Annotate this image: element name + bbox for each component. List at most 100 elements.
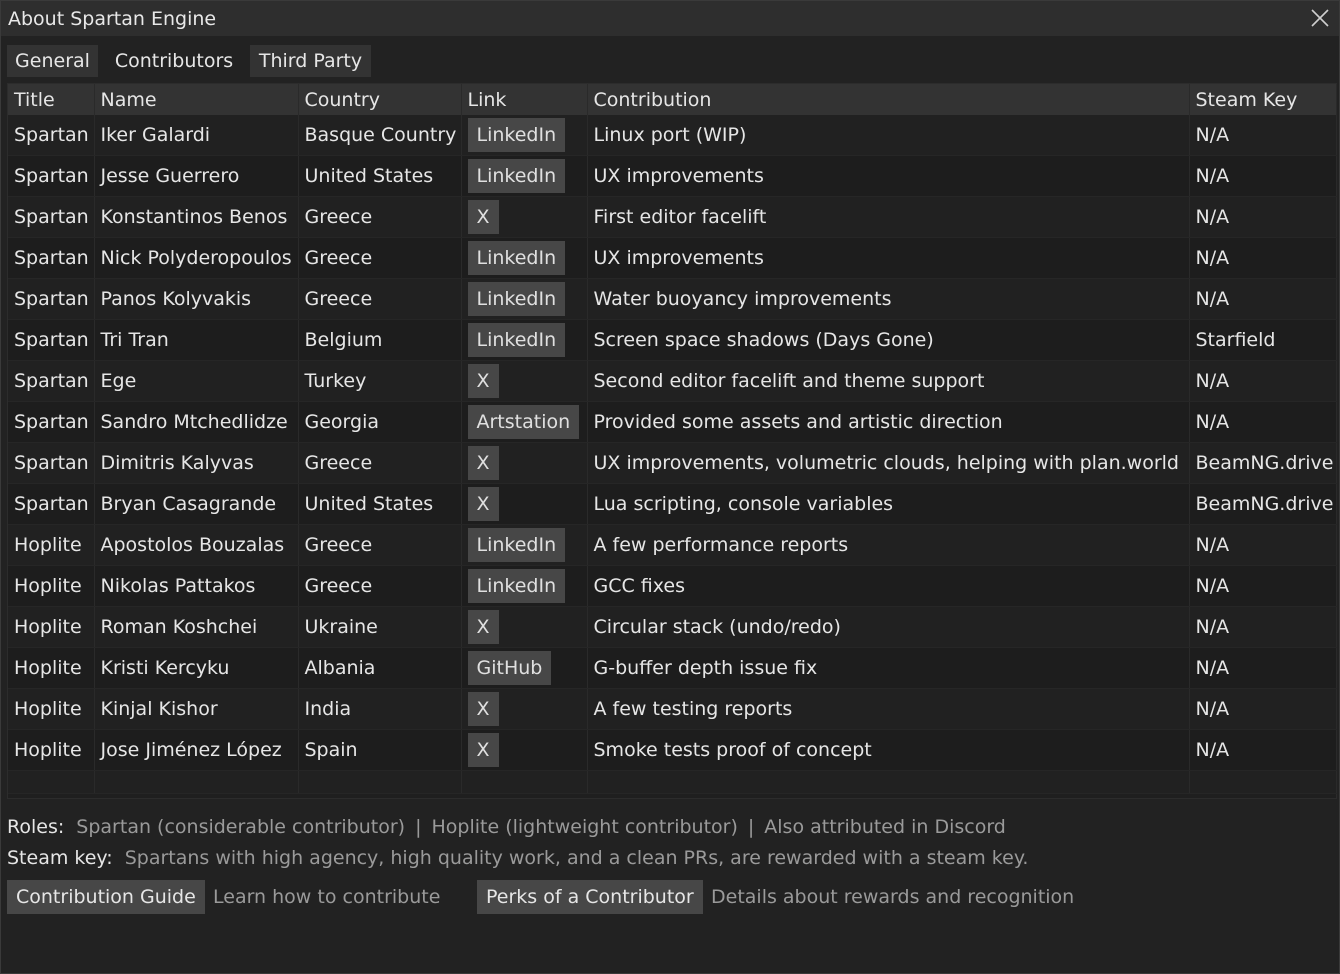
empty-cell <box>461 770 588 794</box>
column-header-steam-key[interactable]: Steam Key <box>1189 84 1337 115</box>
table-row[interactable]: Spartan Dimitris Kalyvas Greece X UX improve… <box>8 442 1337 484</box>
perks-button[interactable]: Perks of a Contributor <box>477 880 703 914</box>
tab-third-party[interactable]: Third Party <box>250 45 371 77</box>
profile-link-button[interactable]: X <box>467 610 499 644</box>
tab-contributors[interactable]: Contributors <box>104 45 244 77</box>
row-contribution-cell: Screen space shadows (Days Gone) <box>587 319 1190 361</box>
profile-link-button[interactable]: LinkedIn <box>467 528 566 562</box>
empty-cell <box>1189 770 1337 794</box>
profile-link-button[interactable]: LinkedIn <box>467 569 566 603</box>
row-country-cell: Belgium <box>298 319 462 361</box>
row-title-cell: Hoplite <box>8 688 95 730</box>
table-row[interactable]: Hoplite Nikolas Pattakos Greece LinkedIn GCC… <box>8 565 1337 607</box>
table-row[interactable]: Spartan Panos Kolyvakis Greece LinkedIn Wate… <box>8 278 1337 320</box>
row-steam-key-cell: N/A <box>1189 278 1337 320</box>
column-header-title[interactable]: Title <box>8 84 95 115</box>
column-header-country[interactable]: Country <box>298 84 462 115</box>
row-contribution-cell: UX improvements <box>587 155 1190 197</box>
row-title-cell: Spartan <box>8 155 95 197</box>
contributors-table: Title Name Country Link Contribution Ste… <box>7 83 1337 799</box>
profile-link-button[interactable]: LinkedIn <box>467 159 566 193</box>
profile-link-button[interactable]: LinkedIn <box>467 118 566 152</box>
tab-general[interactable]: General <box>7 45 98 77</box>
row-name-cell: Bryan Casagrande <box>94 483 299 525</box>
table-row[interactable]: Spartan Tri Tran Belgium LinkedIn Screen spa… <box>8 319 1337 361</box>
row-title-cell: Spartan <box>8 442 95 484</box>
profile-link-button[interactable]: X <box>467 446 499 480</box>
row-link-cell: X <box>461 729 588 771</box>
table-row[interactable]: Hoplite Jose Jiménez López Spain X Smoke tes… <box>8 729 1337 771</box>
empty-cell <box>587 770 1190 794</box>
column-header-name[interactable]: Name <box>94 84 299 115</box>
row-contribution-cell: Lua scripting, console variables <box>587 483 1190 525</box>
row-country-cell: Greece <box>298 442 462 484</box>
row-title-cell: Spartan <box>8 278 95 320</box>
profile-link-button[interactable]: X <box>467 692 499 726</box>
row-link-cell: X <box>461 196 588 238</box>
row-contribution-cell: GCC fixes <box>587 565 1190 607</box>
table-row[interactable]: Hoplite Kinjal Kishor India X A few testing … <box>8 688 1337 730</box>
table-row[interactable]: Spartan Nick Polyderopoulos Greece LinkedIn… <box>8 237 1337 279</box>
title-bar[interactable]: About Spartan Engine <box>1 1 1339 36</box>
row-contribution-cell: Second editor facelift and theme support <box>587 360 1190 402</box>
table-row[interactable]: Hoplite Roman Koshchei Ukraine X Circular st… <box>8 606 1337 648</box>
row-name-cell: Nick Polyderopoulos <box>94 237 299 279</box>
table-row[interactable]: Spartan Konstantinos Benos Greece X First ed… <box>8 196 1337 238</box>
table-row[interactable]: Spartan Jesse Guerrero United States Linked… <box>8 155 1337 197</box>
row-title-cell: Spartan <box>8 115 95 156</box>
row-contribution-cell: Provided some assets and artistic direct… <box>587 401 1190 443</box>
row-link-cell: X <box>461 442 588 484</box>
table-row[interactable]: Hoplite Kristi Kercyku Albania GitHub G-buff… <box>8 647 1337 689</box>
column-header-contribution[interactable]: Contribution <box>587 84 1190 115</box>
row-link-cell: GitHub <box>461 647 588 689</box>
row-contribution-cell: A few performance reports <box>587 524 1190 566</box>
row-name-cell: Dimitris Kalyvas <box>94 442 299 484</box>
empty-cell <box>8 770 95 794</box>
profile-link-button[interactable]: LinkedIn <box>467 323 566 357</box>
row-link-cell: LinkedIn <box>461 278 588 320</box>
table-row[interactable]: Spartan Ege Turkey X Second editor facelift … <box>8 360 1337 402</box>
row-steam-key-cell: N/A <box>1189 688 1337 730</box>
row-name-cell: Jesse Guerrero <box>94 155 299 197</box>
row-country-cell: Spain <box>298 729 462 771</box>
row-steam-key-cell: N/A <box>1189 401 1337 443</box>
steam-key-label: Steam key: <box>7 847 113 869</box>
row-contribution-cell: Smoke tests proof of concept <box>587 729 1190 771</box>
row-name-cell: Jose Jiménez López <box>94 729 299 771</box>
row-country-cell: Basque Country <box>298 115 462 156</box>
profile-link-button[interactable]: LinkedIn <box>467 282 566 316</box>
row-title-cell: Spartan <box>8 319 95 361</box>
row-steam-key-cell: N/A <box>1189 196 1337 238</box>
steam-key-line: Steam key: Spartans with high agency, hi… <box>7 847 1028 869</box>
contribution-guide-button[interactable]: Contribution Guide <box>7 880 205 914</box>
row-contribution-cell: First editor facelift <box>587 196 1190 238</box>
row-steam-key-cell: N/A <box>1189 565 1337 607</box>
row-name-cell: Konstantinos Benos <box>94 196 299 238</box>
column-header-link[interactable]: Link <box>461 84 588 115</box>
contribution-guide-description: Learn how to contribute <box>213 886 441 908</box>
row-link-cell: X <box>461 360 588 402</box>
role-spartan-text: Spartan (considerable contributor) <box>76 816 406 838</box>
empty-cell <box>298 770 462 794</box>
row-steam-key-cell: BeamNG.drive <box>1189 442 1337 484</box>
close-icon[interactable] <box>1309 7 1331 29</box>
profile-link-button[interactable]: Artstation <box>467 405 580 439</box>
table-row[interactable]: Spartan Bryan Casagrande United States X Lua… <box>8 483 1337 525</box>
row-steam-key-cell: N/A <box>1189 360 1337 402</box>
row-name-cell: Kinjal Kishor <box>94 688 299 730</box>
profile-link-button[interactable]: X <box>467 200 499 234</box>
table-row[interactable]: Spartan Sandro Mtchedlidze Georgia Artstati… <box>8 401 1337 443</box>
perks-description: Details about rewards and recognition <box>711 886 1075 908</box>
profile-link-button[interactable]: GitHub <box>467 651 552 685</box>
row-name-cell: Nikolas Pattakos <box>94 565 299 607</box>
table-row[interactable]: Hoplite Apostolos Bouzalas Greece LinkedIn A… <box>8 524 1337 566</box>
profile-link-button[interactable]: X <box>467 487 499 521</box>
row-steam-key-cell: N/A <box>1189 237 1337 279</box>
profile-link-button[interactable]: X <box>467 364 499 398</box>
profile-link-button[interactable]: LinkedIn <box>467 241 566 275</box>
table-row[interactable]: Spartan Iker Galardi Basque Country LinkedI… <box>8 115 1337 156</box>
profile-link-button[interactable]: X <box>467 733 499 767</box>
row-name-cell: Roman Koshchei <box>94 606 299 648</box>
row-steam-key-cell: N/A <box>1189 155 1337 197</box>
row-title-cell: Spartan <box>8 360 95 402</box>
